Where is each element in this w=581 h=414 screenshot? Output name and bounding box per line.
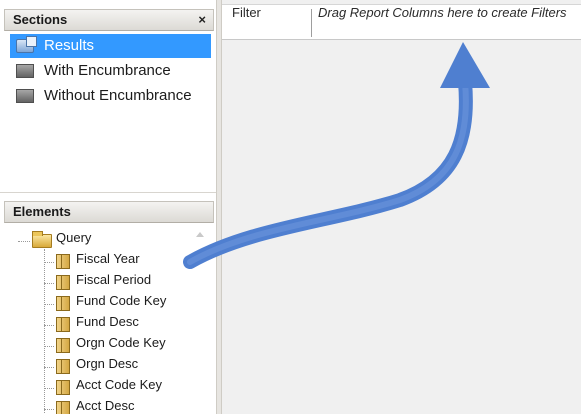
- close-icon[interactable]: ×: [198, 10, 206, 30]
- column-icon: [56, 254, 70, 269]
- results-icon: [16, 36, 37, 53]
- tree-item-column[interactable]: Fiscal Period: [54, 272, 151, 293]
- column-icon: [56, 401, 70, 414]
- tree-item-column[interactable]: Orgn Desc: [54, 356, 138, 377]
- section-item-label: Without Encumbrance: [44, 87, 192, 104]
- tree-item-label: Fund Desc: [76, 314, 139, 329]
- column-icon: [56, 338, 70, 353]
- tree-item-label: Fiscal Year: [76, 251, 140, 266]
- tree-connector: [44, 325, 54, 326]
- folder-icon: [32, 231, 52, 248]
- tree-item-query[interactable]: Query: [30, 230, 91, 251]
- section-item-label: Results: [44, 37, 95, 54]
- report-canvas: Filter Drag Report Columns here to creat…: [222, 0, 581, 414]
- tree-connector: [44, 304, 54, 305]
- section-item-results[interactable]: Results: [10, 34, 211, 58]
- tree-connector: [44, 388, 54, 389]
- tree-connector: [44, 249, 45, 414]
- tree-item-column[interactable]: Orgn Code Key: [54, 335, 166, 356]
- tree-item-column[interactable]: Fund Code Key: [54, 293, 166, 314]
- tree-connector: [44, 367, 54, 368]
- filter-bar: Filter Drag Report Columns here to creat…: [222, 4, 581, 40]
- filter-label: Filter: [232, 5, 261, 20]
- tree-item-label: Fund Code Key: [76, 293, 167, 308]
- tree-item-column[interactable]: Fiscal Year: [54, 251, 140, 272]
- section-icon: [16, 64, 34, 78]
- elements-header: Elements: [4, 201, 214, 223]
- sections-title: Sections: [13, 12, 68, 27]
- filter-separator: [311, 9, 312, 37]
- left-pane: Sections × Results With Encumbrance With…: [0, 0, 216, 414]
- tree-connector: [18, 241, 30, 242]
- column-icon: [56, 359, 70, 374]
- tree-connector: [44, 262, 54, 263]
- tree-item-column[interactable]: Acct Code Key: [54, 377, 162, 398]
- elements-tree: Query Fiscal Year Fiscal Period Fund Cod…: [4, 227, 214, 414]
- section-item-without-encumbrance[interactable]: Without Encumbrance: [10, 84, 211, 108]
- tree-item-label: Acct Code Key: [76, 377, 162, 392]
- tree-item-label: Orgn Desc: [76, 356, 139, 371]
- tree-item-column[interactable]: Acct Desc: [54, 398, 135, 414]
- tree-item-label: Orgn Code Key: [76, 335, 166, 350]
- tree-connector: [44, 346, 54, 347]
- panel-divider: [0, 192, 216, 193]
- tree-connector: [44, 409, 54, 410]
- sections-header: Sections ×: [4, 9, 214, 31]
- section-icon: [16, 89, 34, 103]
- tree-item-label: Acct Desc: [76, 398, 135, 413]
- section-item-with-encumbrance[interactable]: With Encumbrance: [10, 59, 211, 83]
- section-item-label: With Encumbrance: [44, 62, 171, 79]
- filter-drop-zone[interactable]: Drag Report Columns here to create Filte…: [318, 5, 581, 41]
- tree-item-label: Query: [56, 230, 92, 245]
- sections-list: Results With Encumbrance Without Encumbr…: [4, 34, 214, 184]
- column-icon: [56, 380, 70, 395]
- elements-title: Elements: [13, 204, 71, 219]
- column-icon: [56, 275, 70, 290]
- column-icon: [56, 296, 70, 311]
- tree-connector: [44, 283, 54, 284]
- tree-item-column[interactable]: Fund Desc: [54, 314, 139, 335]
- tree-item-label: Fiscal Period: [76, 272, 152, 287]
- column-icon: [56, 317, 70, 332]
